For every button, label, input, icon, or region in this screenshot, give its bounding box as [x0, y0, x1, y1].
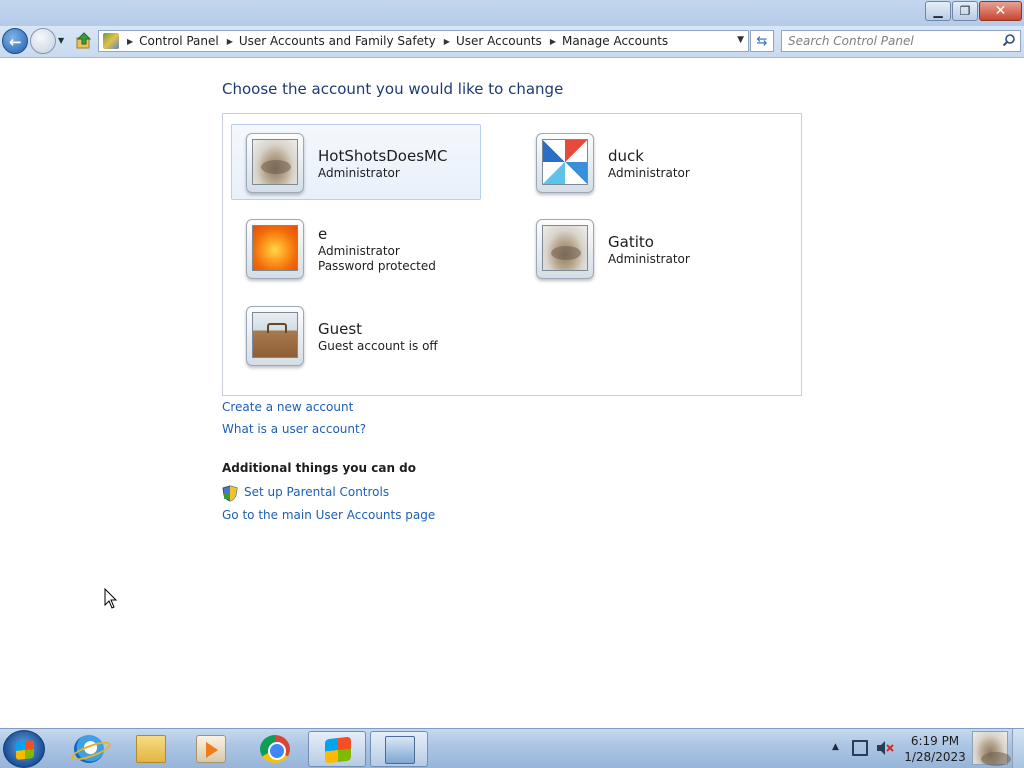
forward-button[interactable]: [30, 28, 56, 54]
search-input[interactable]: [782, 31, 992, 51]
cat-picture-icon: [252, 139, 298, 185]
account-name: duck: [608, 147, 644, 165]
account-tile-hotshotsdoesmc[interactable]: HotShotsDoesMC Administrator: [231, 124, 481, 200]
pinwheel-picture-icon: [542, 139, 588, 185]
close-icon: ✕: [994, 3, 1007, 19]
account-tile-guest[interactable]: Guest Guest account is off: [231, 297, 481, 373]
show-hidden-icons-button[interactable]: ▲: [832, 742, 839, 752]
taskbar-media-player[interactable]: [182, 731, 240, 767]
mouse-pointer-icon: [104, 588, 118, 609]
account-name: Guest: [318, 320, 363, 338]
control-panel-icon: [385, 736, 415, 764]
system-clock[interactable]: 6:19 PM 1/28/2023: [900, 733, 970, 765]
avatar: [536, 133, 594, 193]
media-player-icon: [196, 735, 226, 763]
avatar: [246, 306, 304, 366]
page-title: Choose the account you would like to cha…: [222, 80, 564, 98]
volume-muted-icon[interactable]: [876, 740, 894, 756]
internet-explorer-icon: [74, 735, 104, 763]
address-bar[interactable]: ▶ Control Panel ▶ User Accounts and Fami…: [98, 30, 749, 52]
search-box[interactable]: [781, 30, 1021, 52]
avatar: [536, 219, 594, 279]
account-role: Administrator: [608, 166, 690, 180]
account-role: Administrator: [318, 244, 400, 258]
taskbar: [0, 728, 1024, 768]
window-controls: ▁ ❐ ✕: [924, 1, 1022, 21]
restore-icon: ❐: [959, 4, 971, 18]
chrome-icon: [260, 735, 290, 763]
clock-time: 6:19 PM: [910, 734, 960, 748]
account-name: e: [318, 225, 328, 243]
breadcrumb-arrow-icon[interactable]: ▶: [127, 37, 133, 46]
avatar: [246, 133, 304, 193]
cat-picture-icon: [542, 225, 588, 271]
account-tile-e[interactable]: e Administrator Password protected: [231, 210, 481, 286]
breadcrumb-arrow-icon[interactable]: ▶: [227, 37, 233, 46]
breadcrumb-control-panel[interactable]: Control Panel: [139, 34, 219, 48]
address-dropdown-icon[interactable]: ▼: [737, 35, 744, 45]
refresh-button[interactable]: ⇆: [750, 30, 774, 52]
show-desktop-button[interactable]: [1012, 729, 1024, 768]
breadcrumb-manage-accounts[interactable]: Manage Accounts: [562, 34, 668, 48]
account-tile-duck[interactable]: duck Administrator: [521, 124, 771, 200]
account-role: Administrator: [608, 252, 690, 266]
breadcrumb-arrow-icon[interactable]: ▶: [550, 37, 556, 46]
clock-date: 1/28/2023: [904, 750, 966, 764]
minimize-button[interactable]: ▁: [925, 1, 951, 21]
parental-controls-link[interactable]: Set up Parental Controls: [244, 485, 389, 499]
account-name: Gatito: [608, 233, 654, 251]
account-status: Guest account is off: [318, 339, 438, 353]
taskbar-windows-explorer[interactable]: [122, 731, 180, 767]
what-is-account-link[interactable]: What is a user account?: [222, 422, 366, 436]
folder-icon: [136, 735, 166, 763]
uac-shield-icon: [222, 485, 238, 502]
back-button[interactable]: ←: [2, 28, 28, 54]
minimize-icon: ▁: [933, 4, 943, 18]
create-account-link[interactable]: Create a new account: [222, 400, 353, 414]
account-tile-gatito[interactable]: Gatito Administrator: [521, 210, 771, 286]
recent-pages-dropdown-icon[interactable]: ▼: [58, 36, 64, 45]
breadcrumb-user-accounts-family-safety[interactable]: User Accounts and Family Safety: [239, 34, 436, 48]
suitcase-picture-icon: [252, 312, 298, 358]
breadcrumb-arrow-icon[interactable]: ▶: [444, 37, 450, 46]
accounts-panel: HotShotsDoesMC Administrator duck Admini…: [222, 113, 802, 396]
breadcrumb-user-accounts[interactable]: User Accounts: [456, 34, 542, 48]
close-button[interactable]: ✕: [979, 1, 1022, 21]
flower-picture-icon: [252, 225, 298, 271]
search-icon[interactable]: [1002, 33, 1016, 47]
refresh-icon: ⇆: [756, 33, 768, 49]
control-panel-icon: [103, 33, 119, 49]
back-arrow-icon: ←: [9, 33, 22, 51]
main-user-accounts-link[interactable]: Go to the main User Accounts page: [222, 508, 435, 522]
windows-logo-icon: [16, 740, 34, 760]
additional-things-heading: Additional things you can do: [222, 461, 417, 475]
taskbar-windows-app[interactable]: [308, 731, 366, 767]
account-role: Administrator: [318, 166, 400, 180]
navigation-bar: ← ▼ ▶ Control Panel ▶ User Accounts and …: [0, 26, 1024, 58]
maximize-button[interactable]: ❐: [952, 1, 978, 21]
taskbar-chrome[interactable]: [246, 731, 304, 767]
account-name: HotShotsDoesMC: [318, 147, 448, 165]
account-status: Password protected: [318, 259, 436, 273]
network-icon[interactable]: [852, 740, 868, 756]
start-button[interactable]: [3, 730, 45, 768]
windows-flag-icon: [325, 736, 351, 764]
up-folder-icon[interactable]: [76, 32, 92, 50]
taskbar-internet-explorer[interactable]: [60, 731, 118, 767]
taskbar-control-panel[interactable]: [370, 731, 428, 767]
title-bar: ▁ ❐ ✕: [0, 0, 1024, 26]
avatar: [246, 219, 304, 279]
user-avatar[interactable]: [972, 731, 1011, 766]
